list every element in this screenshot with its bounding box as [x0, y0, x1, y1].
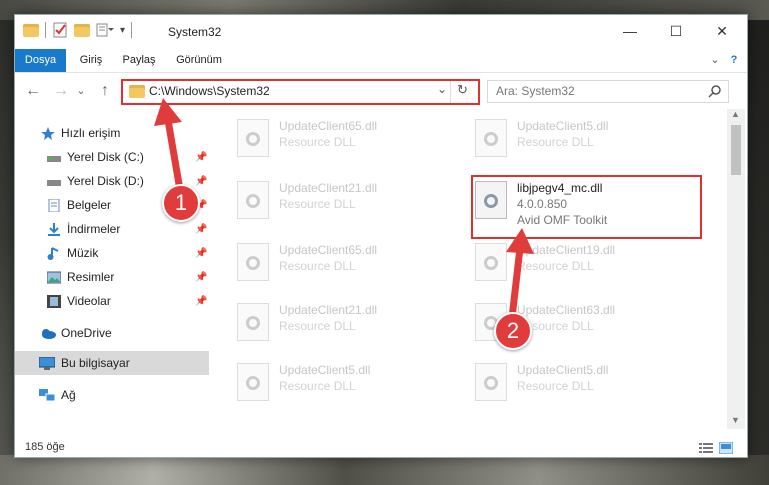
- arrow-2: [508, 247, 524, 319]
- step-2-badge: 2: [494, 312, 532, 350]
- arrow-2-head: [506, 228, 534, 254]
- arrow-1: [164, 119, 184, 191]
- step-1-badge: 1: [162, 184, 200, 222]
- annotation-arrows: [154, 98, 534, 319]
- arrow-1-head: [154, 98, 182, 126]
